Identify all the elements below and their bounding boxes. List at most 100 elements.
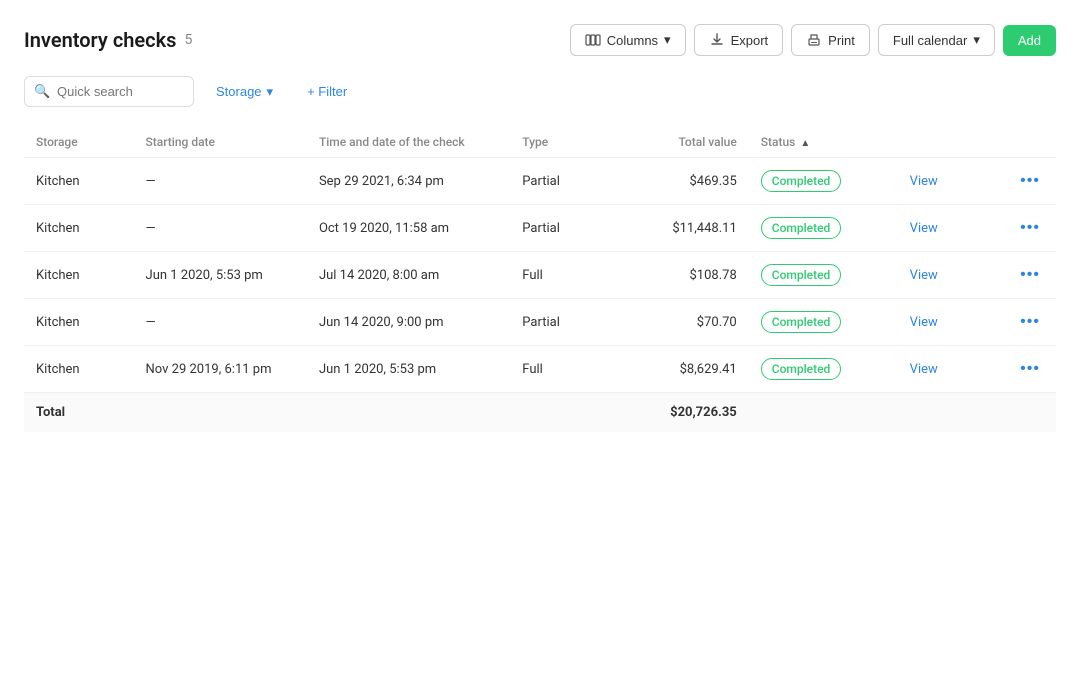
table-row: Kitchen Jun 1 2020, 5:53 pm Jul 14 2020,…	[24, 252, 1056, 299]
col-header-more	[1004, 127, 1056, 158]
columns-label: Columns	[607, 33, 658, 48]
storage-chevron-icon: ▾	[267, 84, 274, 100]
cell-status: Completed	[749, 205, 898, 252]
cell-starting-date: —	[134, 299, 307, 346]
cell-total-value: $469.35	[619, 158, 749, 205]
cell-storage: Kitchen	[24, 205, 134, 252]
add-filter-button[interactable]: + Filter	[295, 77, 359, 106]
storage-filter-button[interactable]: Storage ▾	[204, 77, 285, 107]
view-link[interactable]: View	[910, 221, 938, 236]
export-button[interactable]: Export	[694, 24, 784, 56]
total-value: $20,726.35	[619, 393, 749, 433]
more-options-button[interactable]: •••	[1016, 172, 1044, 190]
cell-status: Completed	[749, 158, 898, 205]
calendar-label: Full calendar	[893, 33, 967, 48]
view-link[interactable]: View	[910, 315, 938, 330]
cell-type: Partial	[510, 158, 618, 205]
col-header-check-date: Time and date of the check	[307, 127, 510, 158]
columns-button[interactable]: Columns ▾	[570, 24, 686, 56]
cell-type: Partial	[510, 299, 618, 346]
calendar-button[interactable]: Full calendar ▾	[878, 24, 995, 56]
add-label: Add	[1018, 33, 1041, 48]
total-empty-2	[307, 393, 510, 433]
total-empty-5	[898, 393, 1004, 433]
print-label: Print	[828, 33, 855, 48]
total-empty-3	[510, 393, 618, 433]
inventory-table: Storage Starting date Time and date of t…	[24, 127, 1056, 432]
table-header-row: Storage Starting date Time and date of t…	[24, 127, 1056, 158]
cell-status: Completed	[749, 346, 898, 393]
sort-arrow-icon: ▲	[800, 138, 810, 149]
cell-more[interactable]: •••	[1004, 205, 1056, 252]
status-badge: Completed	[761, 264, 842, 286]
cell-storage: Kitchen	[24, 299, 134, 346]
cell-check-date: Jul 14 2020, 8:00 am	[307, 252, 510, 299]
more-options-button[interactable]: •••	[1016, 313, 1044, 331]
add-button[interactable]: Add	[1003, 25, 1056, 56]
cell-more[interactable]: •••	[1004, 299, 1056, 346]
cell-total-value: $70.70	[619, 299, 749, 346]
cell-starting-date: —	[134, 205, 307, 252]
cell-more[interactable]: •••	[1004, 158, 1056, 205]
export-icon	[709, 32, 725, 48]
status-badge: Completed	[761, 217, 842, 239]
columns-chevron-icon: ▾	[664, 32, 671, 48]
more-options-button[interactable]: •••	[1016, 219, 1044, 237]
cell-starting-date: Jun 1 2020, 5:53 pm	[134, 252, 307, 299]
filter-label: + Filter	[307, 84, 347, 99]
cell-view[interactable]: View	[898, 252, 1004, 299]
col-header-actions	[898, 127, 1004, 158]
cell-view[interactable]: View	[898, 205, 1004, 252]
cell-total-value: $11,448.11	[619, 205, 749, 252]
total-row: Total $20,726.35	[24, 393, 1056, 433]
status-badge: Completed	[761, 358, 842, 380]
calendar-chevron-icon: ▾	[973, 32, 980, 48]
columns-icon	[585, 32, 601, 48]
cell-starting-date: —	[134, 158, 307, 205]
cell-total-value: $108.78	[619, 252, 749, 299]
count-badge: 5	[184, 32, 192, 48]
total-empty-6	[1004, 393, 1056, 433]
cell-starting-date: Nov 29 2019, 6:11 pm	[134, 346, 307, 393]
print-button[interactable]: Print	[791, 24, 870, 56]
cell-status: Completed	[749, 252, 898, 299]
search-icon: 🔍	[34, 84, 50, 99]
col-header-status: Status ▲	[749, 127, 898, 158]
cell-check-date: Oct 19 2020, 11:58 am	[307, 205, 510, 252]
cell-storage: Kitchen	[24, 252, 134, 299]
print-icon	[806, 32, 822, 48]
cell-type: Full	[510, 346, 618, 393]
total-empty-1	[134, 393, 307, 433]
cell-total-value: $8,629.41	[619, 346, 749, 393]
cell-view[interactable]: View	[898, 346, 1004, 393]
cell-check-date: Jun 1 2020, 5:53 pm	[307, 346, 510, 393]
cell-status: Completed	[749, 299, 898, 346]
cell-type: Partial	[510, 205, 618, 252]
cell-more[interactable]: •••	[1004, 252, 1056, 299]
cell-check-date: Jun 14 2020, 9:00 pm	[307, 299, 510, 346]
table-row: Kitchen Nov 29 2019, 6:11 pm Jun 1 2020,…	[24, 346, 1056, 393]
col-header-total-value: Total value	[619, 127, 749, 158]
col-header-type: Type	[510, 127, 618, 158]
col-header-storage: Storage	[24, 127, 134, 158]
more-options-button[interactable]: •••	[1016, 266, 1044, 284]
cell-view[interactable]: View	[898, 158, 1004, 205]
table-row: Kitchen — Jun 14 2020, 9:00 pm Partial $…	[24, 299, 1056, 346]
table-row: Kitchen — Oct 19 2020, 11:58 am Partial …	[24, 205, 1056, 252]
view-link[interactable]: View	[910, 362, 938, 377]
col-header-starting: Starting date	[134, 127, 307, 158]
status-badge: Completed	[761, 311, 842, 333]
view-link[interactable]: View	[910, 174, 938, 189]
export-label: Export	[731, 33, 769, 48]
cell-more[interactable]: •••	[1004, 346, 1056, 393]
search-wrapper: 🔍	[24, 76, 194, 107]
cell-storage: Kitchen	[24, 346, 134, 393]
total-label: Total	[24, 393, 134, 433]
table-row: Kitchen — Sep 29 2021, 6:34 pm Partial $…	[24, 158, 1056, 205]
cell-view[interactable]: View	[898, 299, 1004, 346]
more-options-button[interactable]: •••	[1016, 360, 1044, 378]
storage-label: Storage	[216, 84, 262, 99]
cell-type: Full	[510, 252, 618, 299]
view-link[interactable]: View	[910, 268, 938, 283]
cell-check-date: Sep 29 2021, 6:34 pm	[307, 158, 510, 205]
